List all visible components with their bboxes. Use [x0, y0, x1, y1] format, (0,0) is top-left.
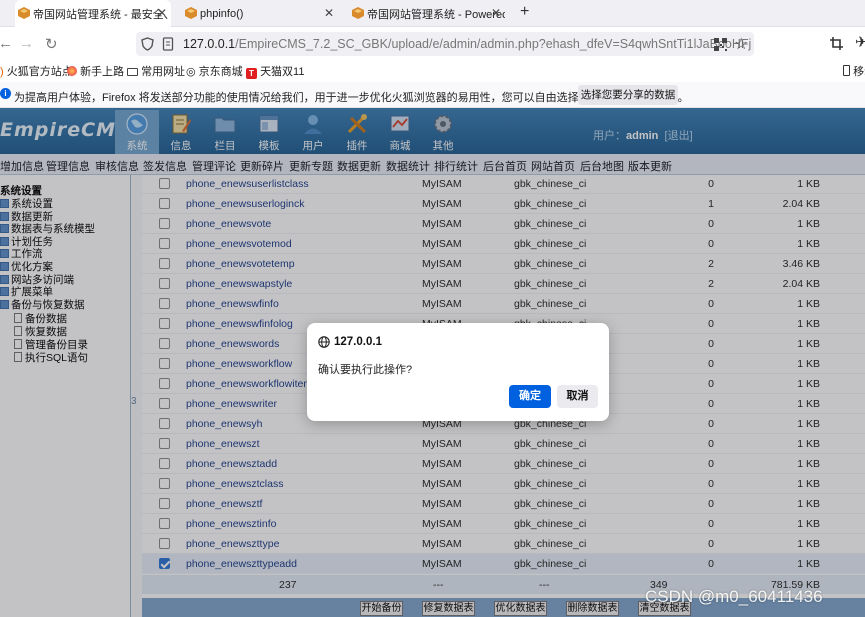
folder-icon — [127, 68, 138, 76]
url-host: 127.0.0.1 — [183, 37, 236, 51]
bookmark-label: 京东商城 — [198, 66, 243, 78]
bookmark-firefox[interactable]: ) 火狐官方站点 — [0, 63, 73, 79]
new-tab-button[interactable]: + — [520, 3, 529, 21]
back-arrow-icon[interactable]: ← — [0, 35, 13, 52]
close-tab-icon[interactable]: ✕ — [324, 6, 334, 20]
tab-label: 帝国网站管理系统 - Powered b — [367, 8, 505, 21]
tmall-icon: T — [246, 68, 257, 79]
confirm-cancel-button[interactable]: 取消 — [557, 385, 598, 408]
empire-favicon-icon — [18, 7, 30, 19]
csdn-watermark: CSDN @m0_60411436 — [645, 587, 823, 606]
empire-favicon-icon — [185, 7, 197, 19]
close-tab-icon[interactable]: ✕ — [157, 6, 167, 20]
fox-icon: ) — [0, 66, 4, 78]
globe-icon — [318, 336, 330, 348]
bookmark-label: 火狐官方站点 — [6, 66, 73, 78]
tab-label: 帝国网站管理系统 - 最安全、稳 — [33, 8, 171, 21]
confirm-ok-button[interactable]: 确定 — [509, 385, 551, 408]
tab-empire-cms-2[interactable]: 帝国网站管理系统 - Powered b ✕ — [349, 0, 505, 27]
bookmark-getting-started[interactable]: 新手上路 — [67, 63, 124, 79]
bookmark-label: 常用网址 — [141, 66, 186, 78]
url-text[interactable]: 127.0.0.1/EmpireCMS_7.2_SC_GBK/upload/e/… — [183, 37, 751, 51]
page-info-icon[interactable] — [162, 37, 174, 51]
mobile-icon — [843, 65, 850, 76]
choose-data-share-button[interactable]: 选择您要分享的数据(C) — [578, 85, 678, 121]
close-tab-icon[interactable]: ✕ — [491, 6, 501, 20]
tab-empire-cms-1[interactable]: 帝国网站管理系统 - 最安全、稳 ✕ — [15, 0, 171, 27]
extension-icon[interactable]: ✈ — [855, 33, 865, 51]
bookmark-jd[interactable]: ◎ 京东商城 — [186, 63, 243, 79]
bookmark-label: 新手上路 — [80, 66, 125, 78]
url-path: /EmpireCMS_7.2_SC_GBK/upload/e/admin/adm… — [235, 37, 752, 51]
bookmark-star-icon[interactable]: ☆ — [734, 34, 748, 54]
info-icon: i — [0, 88, 11, 99]
forward-arrow-icon[interactable]: → — [19, 35, 34, 52]
globe-icon: ◎ — [186, 66, 196, 78]
reload-icon[interactable]: ↻ — [45, 35, 58, 53]
firefox-logo-icon — [67, 66, 77, 76]
tab-phpinfo[interactable]: phpinfo() ✕ — [182, 0, 338, 27]
bookmark-common-sites[interactable]: 常用网址 — [127, 63, 185, 79]
qr-code-icon[interactable] — [714, 38, 727, 51]
tab-label: phpinfo() — [200, 7, 244, 20]
crop-icon[interactable] — [830, 37, 843, 50]
shield-icon[interactable] — [141, 37, 154, 51]
bookmark-tmall[interactable]: T 天猫双11 — [246, 63, 304, 79]
bookmark-mobile[interactable]: 移动 — [843, 63, 865, 79]
bookmark-label: 移动 — [853, 66, 865, 78]
dialog-title: 127.0.0.1 — [334, 336, 382, 348]
empire-favicon-icon — [352, 7, 364, 19]
bookmark-label: 天猫双11 — [260, 66, 305, 78]
dialog-message: 确认要执行此操作? — [318, 364, 413, 376]
